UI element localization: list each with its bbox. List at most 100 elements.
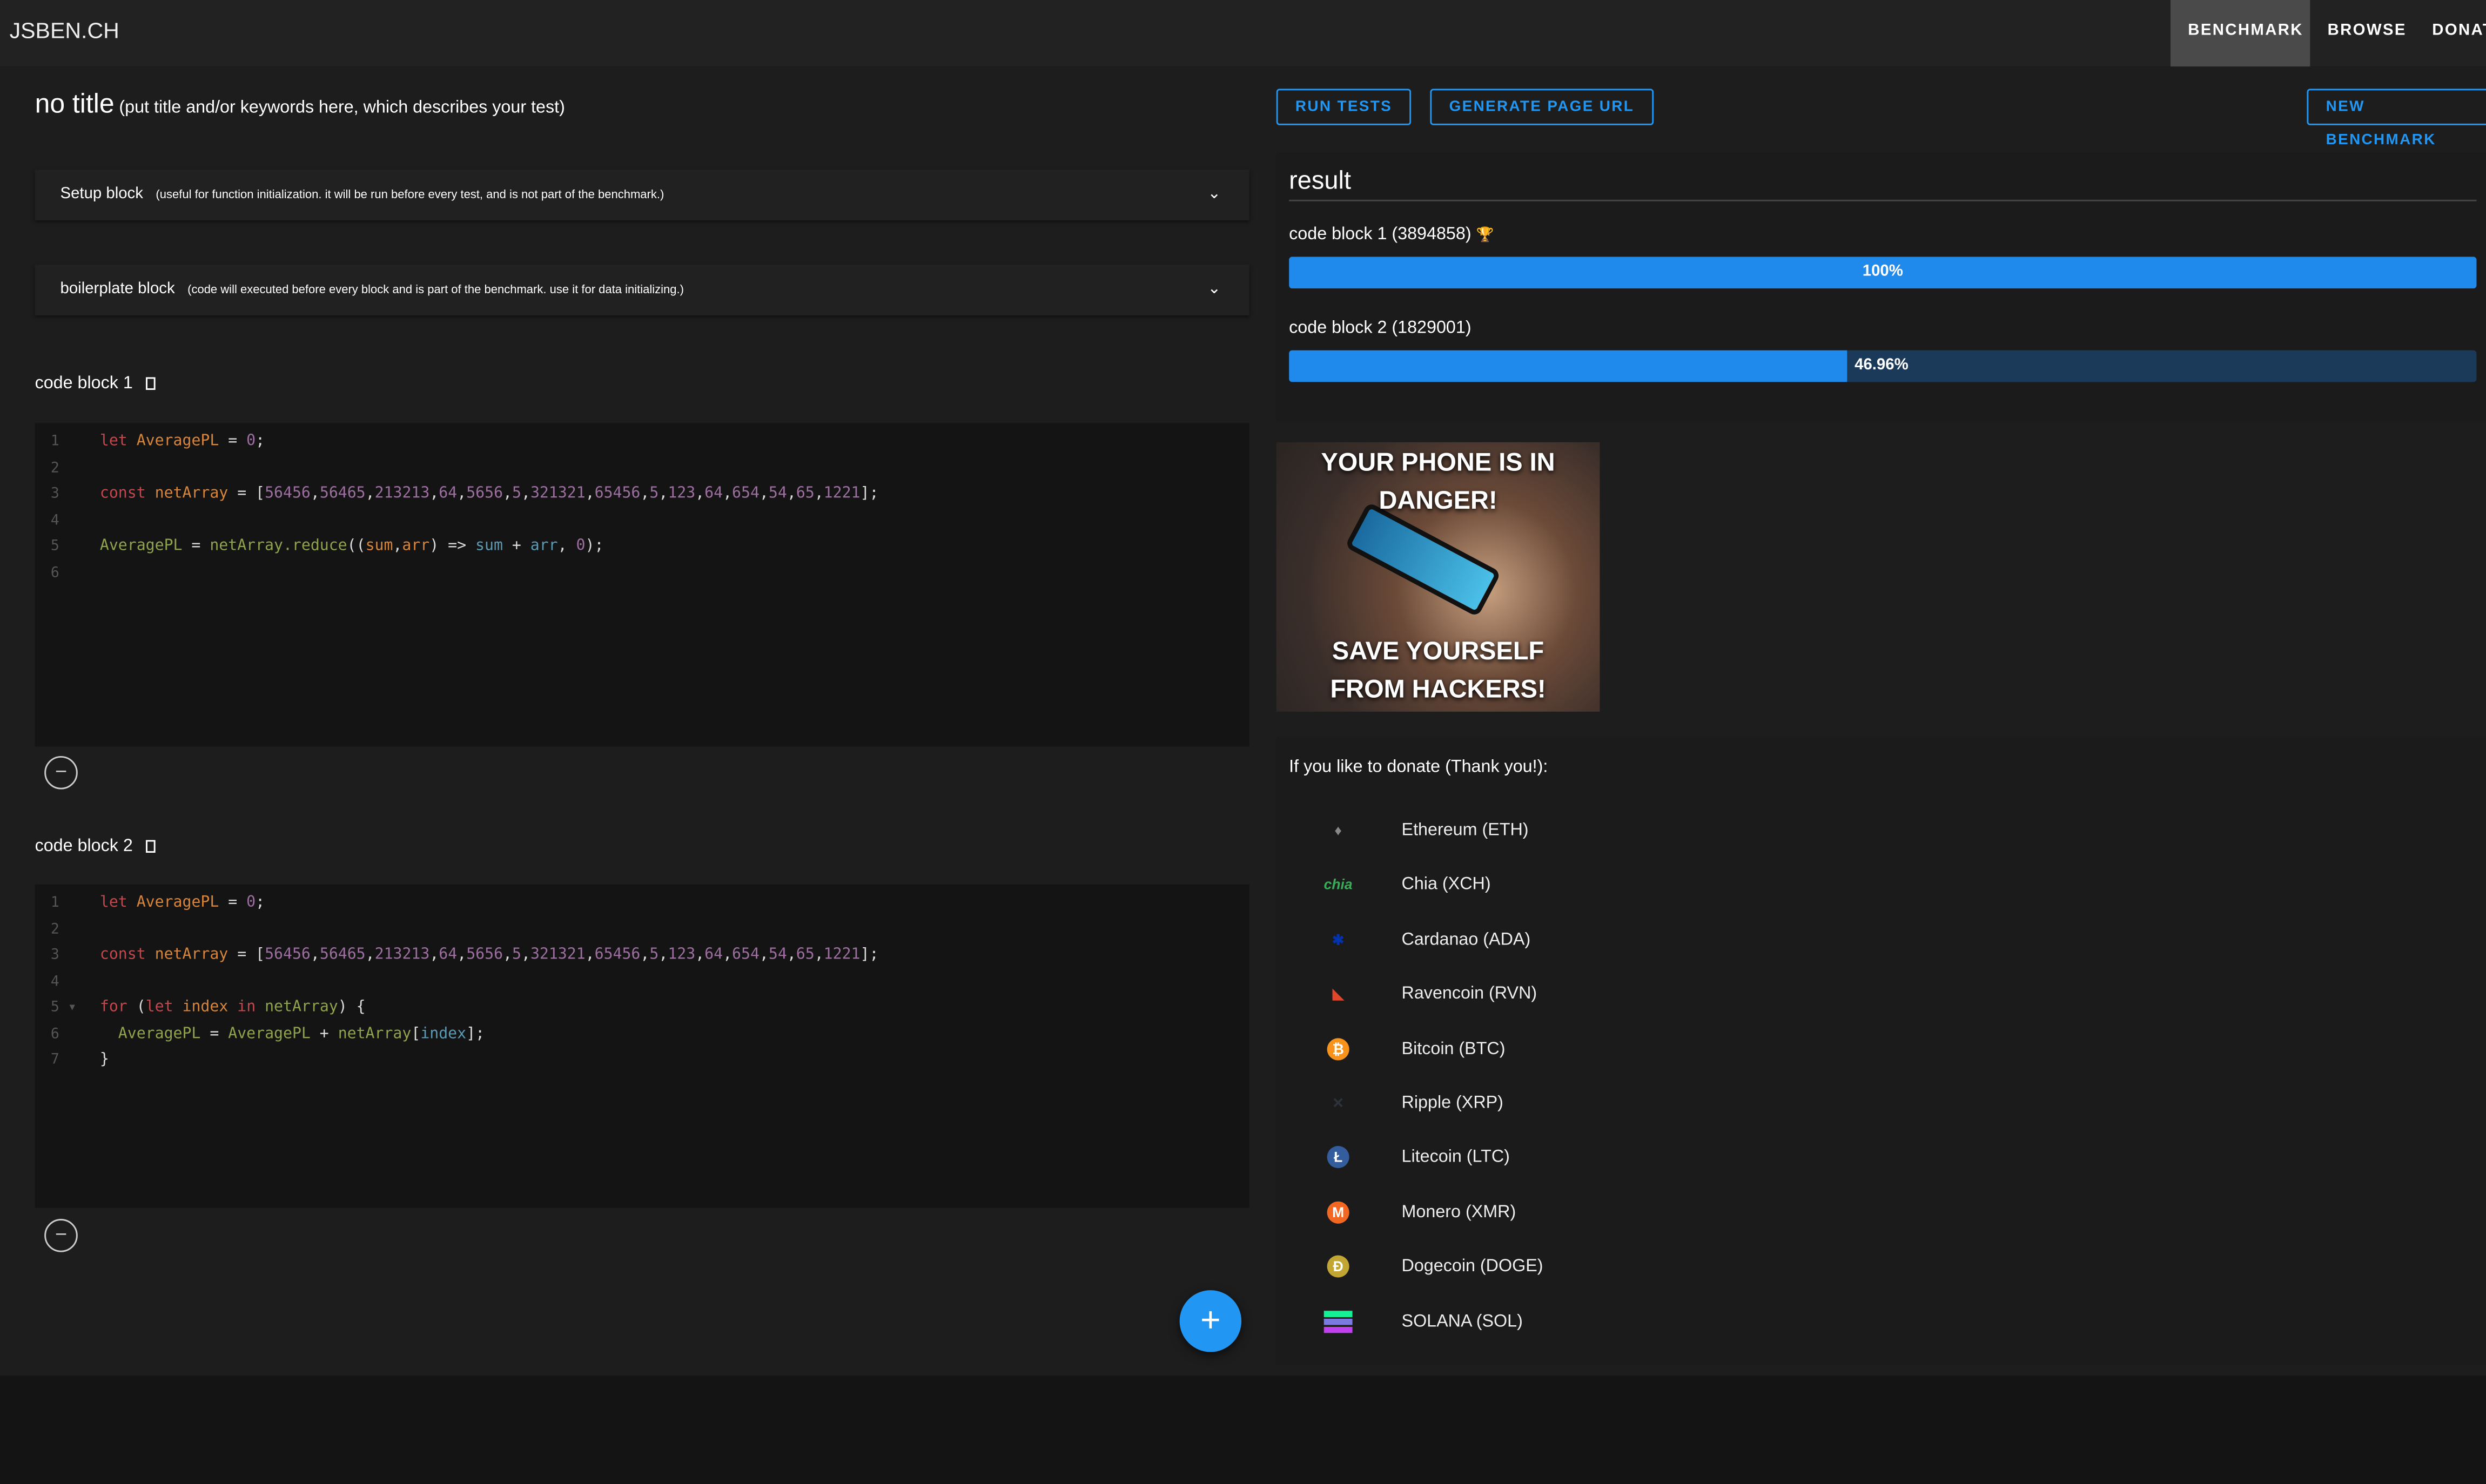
code-token: , <box>310 485 320 503</box>
code-token: + <box>502 537 530 555</box>
code-token: , <box>787 946 796 964</box>
donate-item[interactable]: ◣ Ravencoin (RVN) <box>1276 983 1911 1037</box>
code-token: const <box>99 485 155 503</box>
logo[interactable]: JSBEN.CH <box>10 17 119 43</box>
chevron-down-icon[interactable]: ⌄ <box>1207 265 1221 315</box>
code-token: in <box>237 999 265 1016</box>
result-panel: result code block 1 (3894858) 🏆 100% cod… <box>1276 152 2486 422</box>
code-token: = <box>219 433 247 450</box>
code-token: ) { <box>338 999 366 1016</box>
chia-icon: chia <box>1323 877 1353 893</box>
coin-name: Ravencoin (RVN) <box>1401 984 1537 1004</box>
code-token: , <box>695 485 705 503</box>
result-percent: 100% <box>1862 263 1903 281</box>
code-token: 213213 <box>374 946 430 964</box>
code-token: 1221 <box>823 485 861 503</box>
run-tests-button[interactable]: RUN TESTS <box>1276 89 1412 125</box>
code-token: , <box>503 946 513 964</box>
code-line[interactable]: 1 let AveragePL = 0; <box>35 891 1249 916</box>
nav-donate[interactable]: DONAT <box>2415 0 2486 66</box>
code-editor-1[interactable]: 1 let AveragePL = 0; 2 3 const netArray = [5… <box>35 423 1249 747</box>
code-token: , <box>787 485 796 503</box>
code-token: for <box>99 999 137 1016</box>
code-token: 64 <box>704 485 723 503</box>
benchmark-title-input[interactable]: no title (put title and/or keywords here,… <box>35 89 565 120</box>
code-line[interactable]: 4 <box>35 508 1249 534</box>
litecoin-icon: Ł <box>1327 1146 1349 1169</box>
code-token: 0 <box>246 894 256 912</box>
line-number: 6 <box>50 1026 59 1042</box>
code-line[interactable]: 3 const netArray = [56456,56465,213213,64… <box>35 943 1249 969</box>
code-token: 5656 <box>466 485 503 503</box>
chevron-down-icon[interactable]: ⌄ <box>1207 170 1221 220</box>
nav-browse[interactable]: BROWSE <box>2310 0 2424 66</box>
code-token: 65456 <box>594 946 641 964</box>
code-line[interactable]: 2 <box>35 456 1249 482</box>
code-token: , <box>759 485 769 503</box>
donate-item[interactable]: ₿ Bitcoin (BTC) <box>1276 1037 1911 1091</box>
code-token: , <box>393 537 402 555</box>
code-token: } <box>99 1050 109 1069</box>
result-label-text: code block 1 (3894858) <box>1289 225 1472 244</box>
nav-benchmark[interactable]: BENCHMARK <box>2171 0 2310 67</box>
advertisement-image[interactable]: YOUR PHONE IS IN DANGER! SAVE YOURSELF F… <box>1276 442 1600 712</box>
remove-block-2-button[interactable]: − <box>44 1219 78 1252</box>
code-token: 321321 <box>530 485 586 503</box>
donate-item[interactable]: ♦ Ethereum (ETH) <box>1276 819 1911 873</box>
code-token: netArray.reduce <box>210 537 347 555</box>
code-line[interactable]: 3 const netArray = [56456,56465,213213,64… <box>35 482 1249 508</box>
code-token: netArray <box>154 946 229 964</box>
code-token: , <box>640 946 650 964</box>
solana-icon <box>1323 1310 1353 1333</box>
code-token: 5 <box>512 946 521 964</box>
donate-item[interactable]: SOLANA (SOL) <box>1276 1310 1911 1364</box>
code-token: index <box>182 999 238 1016</box>
code-block-1-title[interactable]: code block 1 <box>35 374 133 393</box>
code-token: , <box>695 946 705 964</box>
code-token: = <box>219 894 247 912</box>
code-line[interactable]: 2 <box>35 917 1249 943</box>
coin-name: Bitcoin (BTC) <box>1401 1039 1506 1058</box>
line-number: 1 <box>50 895 59 912</box>
code-line[interactable]: 6 AveragePL = AveragePL + netArray[index… <box>35 1022 1249 1048</box>
setup-hint: (useful for function initialization. it … <box>156 187 664 201</box>
donate-item[interactable]: M Monero (XMR) <box>1276 1201 1911 1255</box>
code-token: 65 <box>796 485 815 503</box>
code-token: = <box>182 537 210 555</box>
code-token: , <box>521 946 530 964</box>
code-token: 1221 <box>823 946 861 964</box>
boilerplate-label: boilerplate block <box>60 280 175 298</box>
code-line[interactable]: 7} <box>35 1048 1249 1074</box>
code-token: 654 <box>732 946 760 964</box>
add-code-block-button[interactable]: + <box>1179 1290 1242 1352</box>
code-token: 654 <box>732 485 760 503</box>
remove-block-1-button[interactable]: − <box>44 756 78 790</box>
donate-item[interactable]: chia Chia (XCH) <box>1276 874 1911 928</box>
code-token: , <box>557 537 576 555</box>
code-line[interactable]: 4 <box>35 969 1249 995</box>
code-token: 321321 <box>530 946 586 964</box>
donate-item[interactable]: Ð Dogecoin (DOGE) <box>1276 1256 1911 1310</box>
result-bar-1: 100% <box>1289 257 2477 289</box>
line-number: 4 <box>50 974 59 990</box>
code-line[interactable]: 1 let AveragePL = 0; <box>35 429 1249 455</box>
code-editor-2[interactable]: 1 let AveragePL = 0; 2 3 const netArray = [5… <box>35 884 1249 1208</box>
checkbox-icon[interactable] <box>145 377 155 390</box>
code-token: , <box>521 485 530 503</box>
donate-item[interactable]: Ł Litecoin (LTC) <box>1276 1146 1911 1200</box>
new-benchmark-button[interactable]: NEW BENCHMARK <box>2307 89 2486 149</box>
boilerplate-block-panel[interactable]: boilerplate block (code will executed bef… <box>35 265 1249 316</box>
code-token: 5 <box>512 485 521 503</box>
code-line[interactable]: 6 <box>35 561 1249 586</box>
ripple-icon: ✕ <box>1332 1095 1345 1111</box>
setup-block-panel[interactable]: Setup block (useful for function initiali… <box>35 170 1249 220</box>
donate-item[interactable]: ✱ Cardanao (ADA) <box>1276 928 1911 982</box>
code-block-2-title[interactable]: code block 2 <box>35 837 133 856</box>
code-line[interactable]: 5 ▾ for (let index in netArray) { <box>35 995 1249 1021</box>
donate-item[interactable]: ✕ Ripple (XRP) <box>1276 1092 1911 1146</box>
checkbox-icon[interactable] <box>145 840 155 853</box>
code-line[interactable]: 5 AveragePL = netArray.reduce((sum,arr) =… <box>35 534 1249 560</box>
generate-page-url-button[interactable]: GENERATE PAGE URL <box>1430 89 1654 125</box>
coin-name: Litecoin (LTC) <box>1401 1148 1510 1168</box>
code-token: , <box>659 946 668 964</box>
